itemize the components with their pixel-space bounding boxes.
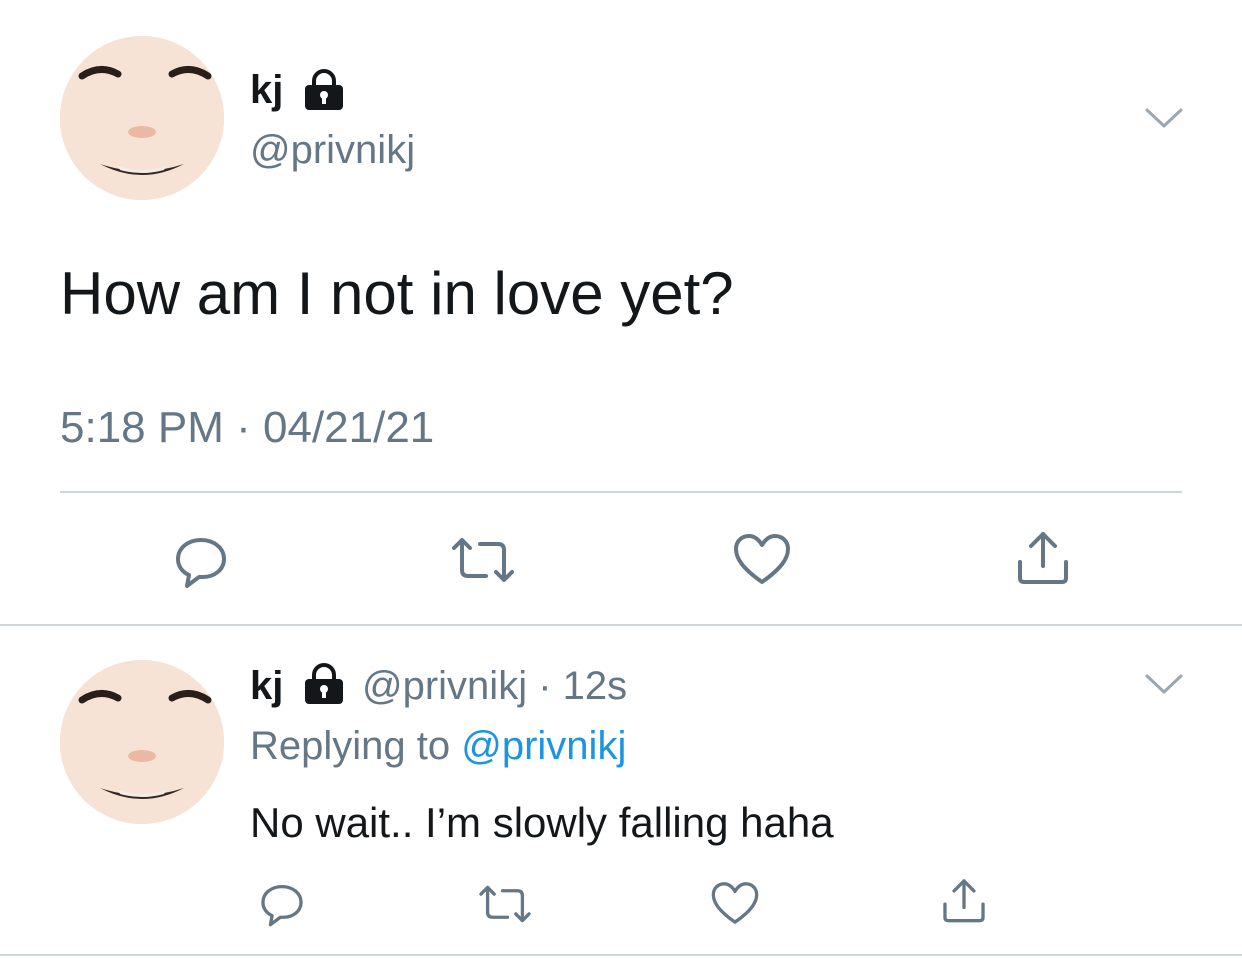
divider <box>60 491 1182 493</box>
share-icon[interactable] <box>940 876 988 924</box>
reply-text: No wait.. I’m slowly falling haha <box>250 799 834 846</box>
heart-icon[interactable] <box>732 532 792 586</box>
reply-icon[interactable] <box>258 880 306 928</box>
meta-separator: · <box>538 664 552 708</box>
section-divider <box>0 624 1242 626</box>
tweet-timestamp[interactable]: 5:18 PM · 04/21/21 <box>60 402 434 454</box>
mention-link[interactable]: @privnikj <box>461 724 626 768</box>
retweet-icon[interactable] <box>448 534 518 586</box>
retweet-icon[interactable] <box>476 882 534 926</box>
heart-icon[interactable] <box>710 880 760 926</box>
reply-header: kj <box>250 662 283 710</box>
reply-display-name[interactable]: kj <box>250 664 283 708</box>
tweet-time: 5:18 PM <box>60 403 224 452</box>
avatar-image <box>60 660 224 824</box>
chevron-down-icon[interactable] <box>1144 104 1184 134</box>
reply-meta: @privnikj · 12s <box>362 662 627 710</box>
lock-icon <box>302 662 346 706</box>
tweet-text: How am I not in love yet? <box>60 260 734 327</box>
lock-icon <box>302 68 346 112</box>
replying-to: Replying to @privnikj <box>250 722 626 770</box>
share-icon[interactable] <box>1014 528 1072 586</box>
reply-icon[interactable] <box>172 532 230 590</box>
avatar-image <box>60 36 224 200</box>
reply-age[interactable]: 12s <box>563 664 628 708</box>
bottom-divider <box>0 954 1242 956</box>
replying-label: Replying to <box>250 724 451 768</box>
chevron-down-icon[interactable] <box>1144 670 1184 700</box>
avatar[interactable] <box>60 36 224 200</box>
tweet-date: 04/21/21 <box>263 403 435 452</box>
display-name[interactable]: kj <box>250 66 283 114</box>
reply-handle[interactable]: @privnikj <box>362 664 527 708</box>
reply-avatar[interactable] <box>60 660 224 824</box>
user-handle[interactable]: @privnikj <box>250 126 415 174</box>
meta-separator: · <box>236 403 251 452</box>
